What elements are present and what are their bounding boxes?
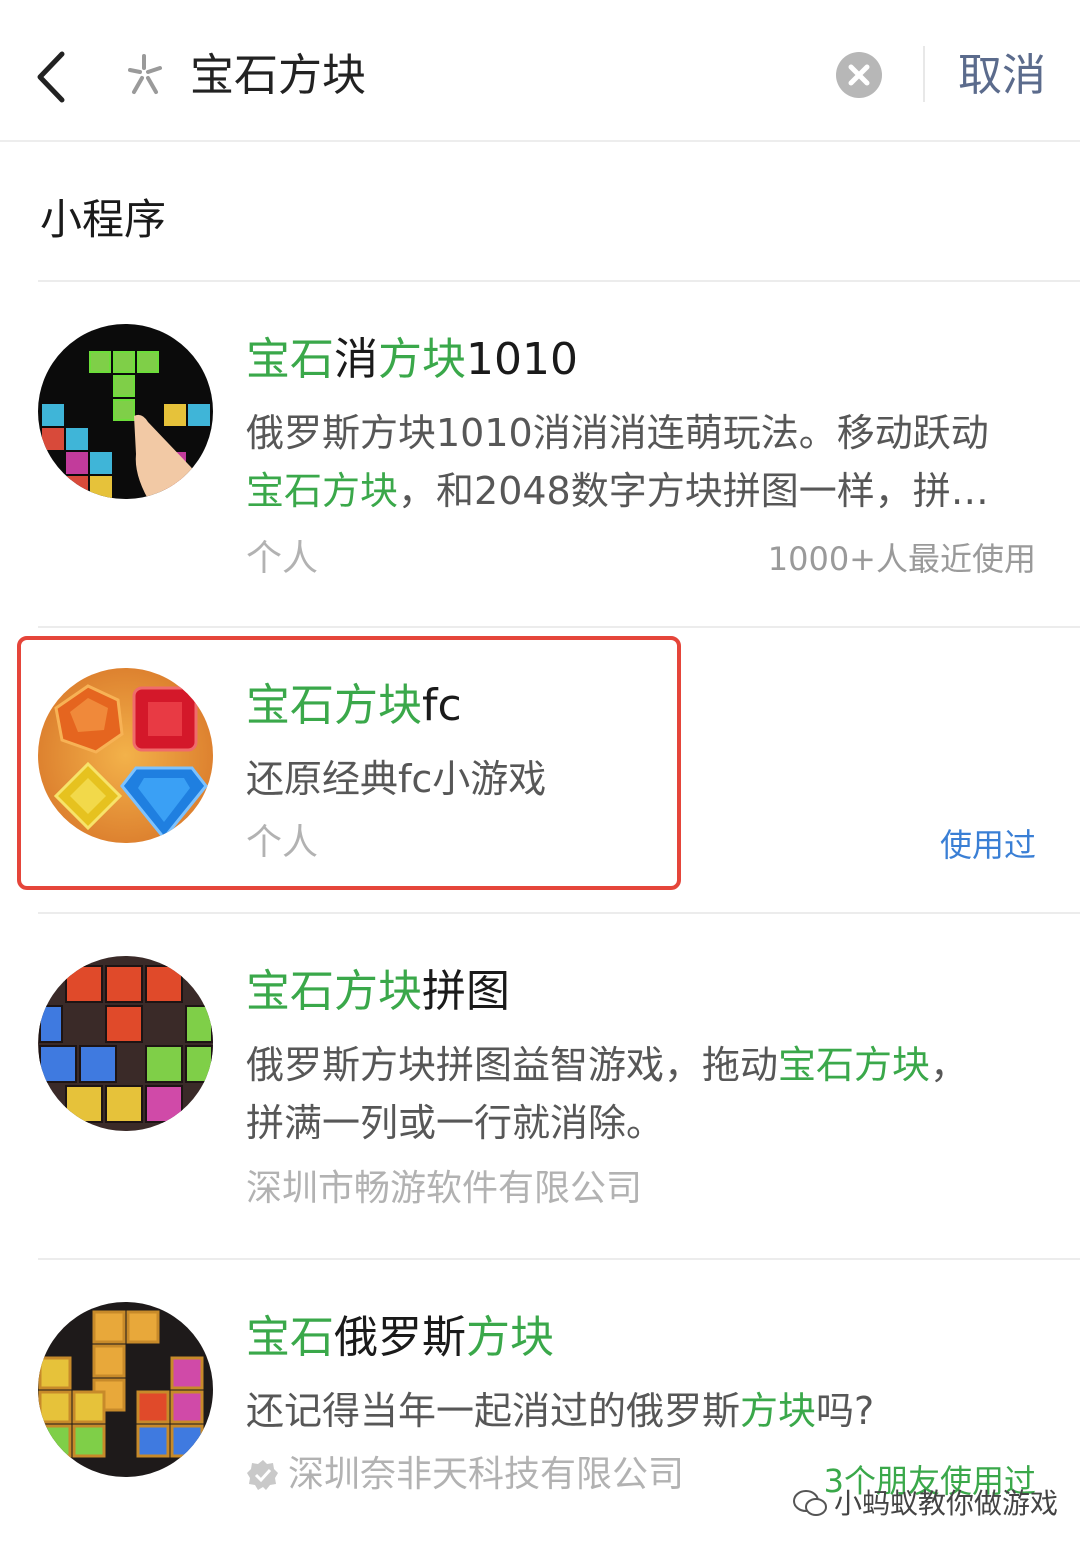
result-title: 宝石方块拼图 xyxy=(246,966,510,1017)
clear-icon[interactable] xyxy=(836,52,882,98)
publisher: 个人 xyxy=(246,538,319,579)
used-badge: 使用过 xyxy=(939,826,1036,864)
search-bar: 宝石方块 取消 xyxy=(0,0,1080,142)
result-title: 宝石消方块1010 xyxy=(246,334,578,385)
app-avatar xyxy=(38,956,213,1131)
result-title: 宝石俄罗斯方块 xyxy=(246,1312,554,1363)
watermark: 小蚂蚁教你做游戏 xyxy=(792,1486,1058,1522)
publisher: 深圳奈非天科技有限公司 xyxy=(246,1450,684,1500)
search-icon xyxy=(122,52,168,98)
result-item[interactable]: 宝石方块拼图 俄罗斯方块拼图益智游戏，拖动宝石方块， 拼满一列或一行就消除。 深… xyxy=(0,914,1080,1258)
back-arrow-icon[interactable] xyxy=(28,40,78,110)
wechat-icon xyxy=(792,1489,828,1519)
app-avatar xyxy=(38,1302,213,1477)
publisher: 深圳市畅游软件有限公司 xyxy=(246,1168,643,1209)
cancel-button[interactable]: 取消 xyxy=(958,44,1046,108)
verified-icon xyxy=(246,1456,280,1490)
result-description: 还记得当年一起消过的俄罗斯方块吗? xyxy=(246,1389,875,1433)
search-input[interactable]: 宝石方块 xyxy=(190,44,366,108)
app-avatar xyxy=(38,324,213,499)
selection-highlight xyxy=(17,636,681,890)
result-description: 俄罗斯方块拼图益智游戏，拖动宝石方块， 拼满一列或一行就消除。 xyxy=(246,1043,969,1145)
result-item[interactable]: 宝石消方块1010 俄罗斯方块1010消消消连萌玩法。移动跃动 宝石方块，和20… xyxy=(0,282,1080,626)
divider xyxy=(923,46,925,102)
result-description: 俄罗斯方块1010消消消连萌玩法。移动跃动 宝石方块，和2048数字方块拼图一样… xyxy=(246,411,989,513)
section-title: 小程序 xyxy=(40,195,167,244)
usage-count: 1000+人最近使用 xyxy=(767,540,1036,578)
